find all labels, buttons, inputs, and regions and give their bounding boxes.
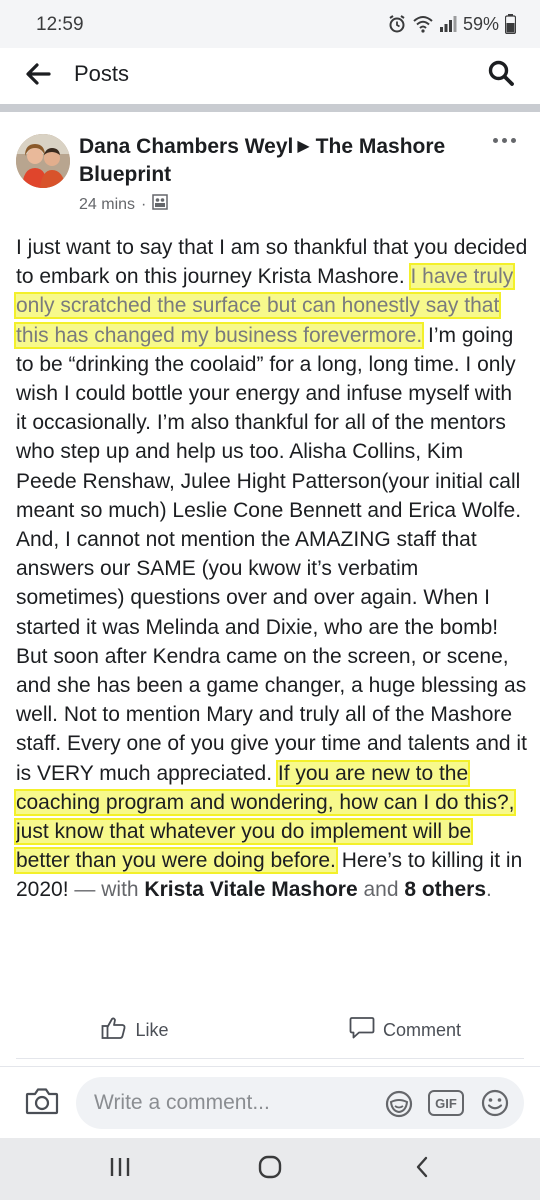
tagged-others-link[interactable]: 8 others bbox=[404, 878, 486, 901]
more-dot bbox=[501, 137, 507, 143]
and-text: and bbox=[357, 878, 405, 902]
comment-icon bbox=[349, 1016, 375, 1045]
avatar[interactable] bbox=[16, 134, 70, 188]
gif-label: GIF bbox=[435, 1095, 457, 1111]
comment-label: Comment bbox=[382, 1019, 462, 1040]
status-icons: 59% bbox=[387, 12, 516, 36]
action-divider bbox=[16, 1058, 524, 1059]
group-icon bbox=[152, 194, 169, 215]
more-dot bbox=[492, 137, 498, 143]
recent-apps-icon bbox=[108, 1156, 132, 1183]
thumbs-up-icon bbox=[101, 1016, 127, 1045]
status-time: 12:59 bbox=[36, 14, 84, 35]
recent-apps-button[interactable] bbox=[90, 1152, 150, 1186]
more-dot bbox=[510, 137, 516, 143]
smiley-icon bbox=[480, 1089, 510, 1122]
end-punct: . bbox=[486, 878, 492, 902]
comment-button[interactable]: Comment bbox=[270, 1010, 540, 1050]
system-back-button[interactable] bbox=[392, 1152, 452, 1186]
signal-icon bbox=[439, 15, 457, 33]
comment-input[interactable] bbox=[94, 1089, 374, 1117]
dot-separator: · bbox=[141, 195, 147, 213]
search-icon bbox=[487, 59, 515, 92]
author-name[interactable]: Dana Chambers Weyl bbox=[79, 135, 293, 158]
emoji-button[interactable] bbox=[480, 1088, 510, 1118]
home-button[interactable] bbox=[240, 1152, 300, 1186]
with-prefix: — with bbox=[68, 878, 145, 902]
wifi-icon bbox=[413, 15, 433, 33]
post-time[interactable]: 24 mins bbox=[79, 196, 135, 214]
gif-button[interactable]: GIF bbox=[428, 1090, 464, 1116]
battery-percent: 59% bbox=[462, 13, 499, 34]
sticker-icon bbox=[384, 1090, 414, 1123]
battery-icon bbox=[505, 14, 516, 34]
play-arrow-icon: ▶ bbox=[297, 138, 310, 155]
header-divider bbox=[0, 104, 540, 112]
like-button[interactable]: Like bbox=[0, 1010, 270, 1050]
alarm-icon bbox=[387, 14, 407, 34]
system-nav-bar bbox=[0, 1138, 540, 1200]
body-segment-3: I’m going to be “drinking the coolaid” f… bbox=[16, 323, 527, 785]
back-button[interactable] bbox=[22, 60, 54, 92]
app-header: Posts bbox=[0, 48, 540, 104]
page-title: Posts bbox=[74, 61, 130, 86]
post-text: I just want to say that I am so thankful… bbox=[13, 233, 528, 905]
post-body: I just want to say that I am so thankful… bbox=[13, 233, 528, 905]
sticker-button[interactable] bbox=[384, 1089, 414, 1119]
camera-button[interactable] bbox=[24, 1085, 60, 1121]
search-button[interactable] bbox=[484, 58, 518, 92]
home-icon bbox=[257, 1154, 283, 1185]
post-meta: 24 mins · bbox=[79, 194, 169, 215]
post-author-line: Dana Chambers Weyl ▶ The Mashore Blueprint bbox=[79, 133, 479, 189]
comment-field: GIF bbox=[76, 1077, 524, 1129]
post-actions: Like Comment bbox=[0, 1010, 540, 1050]
camera-icon bbox=[25, 1086, 59, 1121]
tagged-person[interactable]: Krista Vitale Mashore bbox=[144, 878, 357, 901]
arrow-left-icon bbox=[25, 62, 51, 90]
post-header: Dana Chambers Weyl ▶ The Mashore Blueprint… bbox=[0, 112, 540, 222]
more-options-button[interactable] bbox=[490, 130, 518, 150]
status-bar: 12:59 59% bbox=[0, 0, 540, 48]
comment-bar: GIF bbox=[0, 1066, 540, 1138]
like-label: Like bbox=[135, 1019, 169, 1040]
chevron-left-icon bbox=[414, 1155, 430, 1184]
